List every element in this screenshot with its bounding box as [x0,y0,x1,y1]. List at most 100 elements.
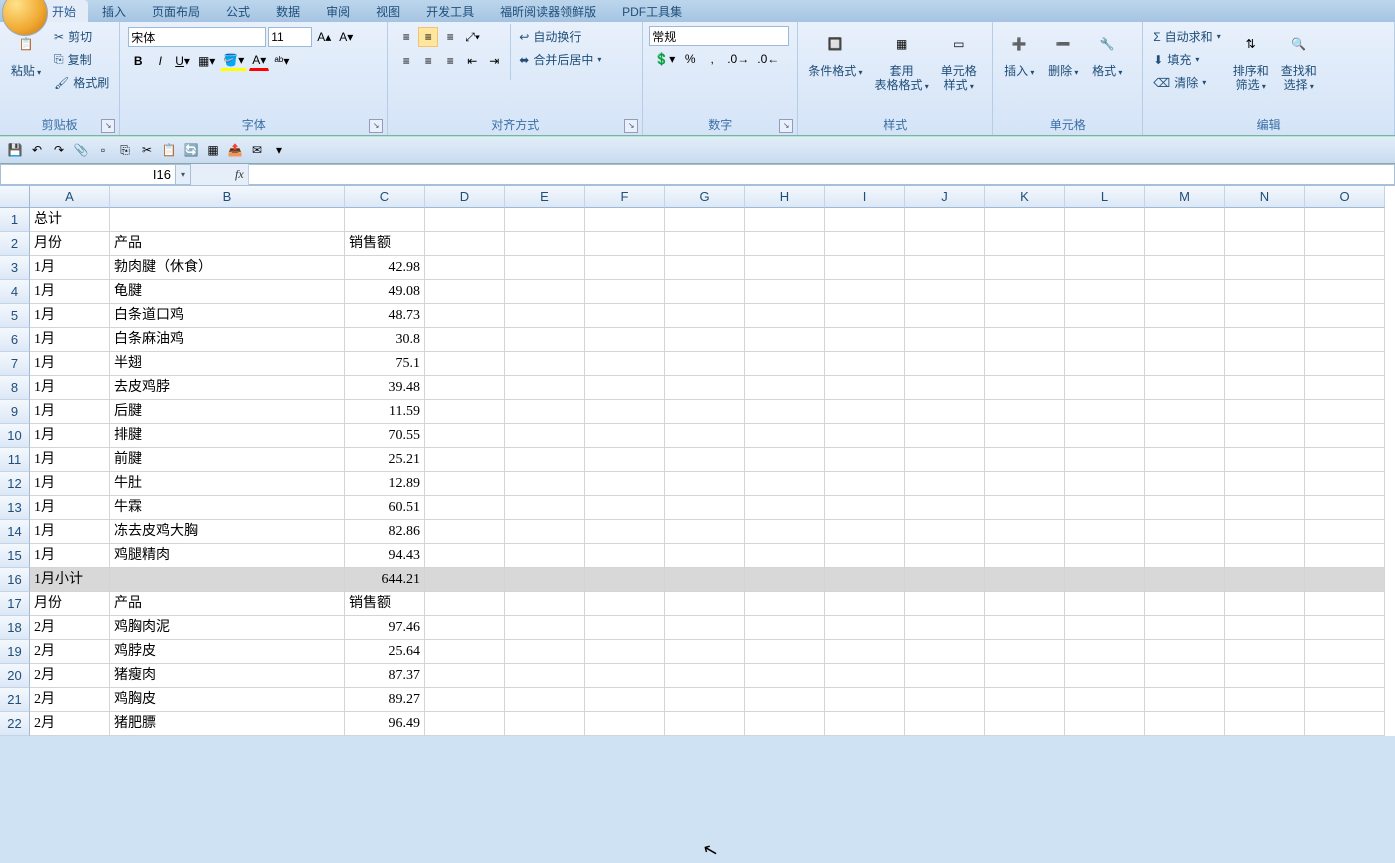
cell[interactable] [1065,208,1145,232]
number-launcher[interactable]: ↘ [779,119,793,133]
align-center[interactable]: ≡ [418,51,438,71]
cell[interactable] [425,256,505,280]
cell[interactable] [665,472,745,496]
mail-icon[interactable]: ✉ [248,141,266,159]
col-header-G[interactable]: G [665,186,745,208]
table-row[interactable]: 1月小计644.21 [30,568,1385,592]
row-header[interactable]: 9 [0,400,30,424]
cell[interactable]: 勃肉腱（休食） [110,256,345,280]
cell[interactable] [1305,544,1385,568]
table-row[interactable]: 1月冻去皮鸡大胸82.86 [30,520,1385,544]
tab-审阅[interactable]: 审阅 [314,0,362,22]
cell[interactable]: 1月 [30,376,110,400]
cell[interactable] [1065,280,1145,304]
cell[interactable]: 39.48 [345,376,425,400]
cell[interactable] [745,376,825,400]
cell[interactable] [1225,472,1305,496]
cell[interactable] [1225,208,1305,232]
cell[interactable]: 1月 [30,520,110,544]
row-header[interactable]: 8 [0,376,30,400]
cell[interactable] [825,616,905,640]
wrap-text-button[interactable]: ↩自动换行 [515,26,605,47]
cell[interactable] [1225,544,1305,568]
cell[interactable] [985,640,1065,664]
clipboard-launcher[interactable]: ↘ [101,119,115,133]
delete-cells-button[interactable]: ➖删除 [1041,24,1085,80]
cell[interactable] [1305,400,1385,424]
cell[interactable] [905,328,985,352]
cell[interactable] [585,280,665,304]
cell[interactable] [1145,328,1225,352]
col-header-N[interactable]: N [1225,186,1305,208]
cell[interactable] [1145,208,1225,232]
cell[interactable] [745,592,825,616]
cell[interactable]: 排腱 [110,424,345,448]
cell[interactable] [425,424,505,448]
cell[interactable] [825,376,905,400]
cell[interactable] [1145,712,1225,736]
cell[interactable] [505,568,585,592]
cell[interactable] [1065,712,1145,736]
cell[interactable] [985,664,1065,688]
cell[interactable] [665,376,745,400]
save-icon[interactable]: 💾 [6,141,24,159]
cell[interactable] [665,232,745,256]
cell[interactable] [745,568,825,592]
tab-页面布局[interactable]: 页面布局 [140,0,212,22]
sort-filter-button[interactable]: ⇅排序和 筛选 [1227,24,1275,94]
cell[interactable] [505,376,585,400]
fx-icon[interactable]: fx [235,167,244,182]
cell[interactable] [905,256,985,280]
cell[interactable] [1225,424,1305,448]
row-header[interactable]: 12 [0,472,30,496]
cell[interactable] [665,208,745,232]
cell[interactable] [985,304,1065,328]
cell[interactable]: 82.86 [345,520,425,544]
col-header-I[interactable]: I [825,186,905,208]
cell[interactable] [745,352,825,376]
cell[interactable] [1145,640,1225,664]
cell[interactable]: 75.1 [345,352,425,376]
align-right[interactable]: ≡ [440,51,460,71]
cell[interactable] [1305,592,1385,616]
cell[interactable] [985,352,1065,376]
cell[interactable] [585,424,665,448]
table-row[interactable]: 1月白条道口鸡48.73 [30,304,1385,328]
cell[interactable] [585,256,665,280]
attach-icon[interactable]: 📎 [72,141,90,159]
underline-button[interactable]: U▾ [172,51,193,71]
cell[interactable] [1225,688,1305,712]
cell[interactable] [1225,496,1305,520]
cell[interactable] [425,568,505,592]
align-middle[interactable]: ≡ [418,27,438,47]
cell[interactable]: 1月 [30,352,110,376]
cell[interactable] [825,520,905,544]
copy-button[interactable]: ⎘复制 [50,49,113,70]
row-header[interactable]: 4 [0,280,30,304]
cell[interactable] [585,232,665,256]
table-row[interactable]: 1月龟腱49.08 [30,280,1385,304]
cell[interactable]: 97.46 [345,616,425,640]
currency-button[interactable]: 💲▾ [651,49,678,69]
cell[interactable] [825,544,905,568]
row-header[interactable]: 7 [0,352,30,376]
row-header[interactable]: 5 [0,304,30,328]
decrease-indent[interactable]: ⇤ [462,51,482,71]
cell[interactable] [905,616,985,640]
row-header[interactable]: 16 [0,568,30,592]
cell[interactable] [1225,520,1305,544]
cell[interactable] [665,496,745,520]
cell[interactable] [1065,472,1145,496]
cell[interactable] [1145,664,1225,688]
cell[interactable] [745,616,825,640]
cell[interactable]: 1月 [30,424,110,448]
cell[interactable]: 前腱 [110,448,345,472]
cell[interactable]: 87.37 [345,664,425,688]
row-header[interactable]: 18 [0,616,30,640]
cell[interactable] [425,328,505,352]
increase-indent[interactable]: ⇥ [484,51,504,71]
clear-button[interactable]: ⌫清除 [1149,72,1224,93]
cell[interactable] [585,472,665,496]
cell[interactable] [1305,472,1385,496]
cell[interactable] [585,400,665,424]
